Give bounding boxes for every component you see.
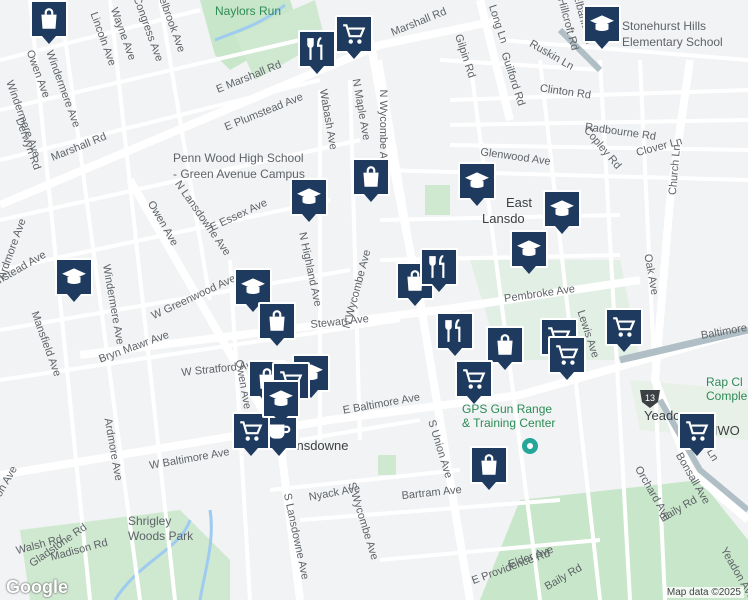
park-area [378, 455, 396, 475]
place-label: GPS Gun Range [462, 402, 552, 416]
school-marker[interactable] [458, 162, 496, 206]
school-marker[interactable] [262, 380, 300, 424]
cart-icon [341, 21, 367, 47]
cart-icon [554, 342, 580, 368]
place-label: Shrigley [128, 514, 171, 528]
place-label: Woods Park [128, 529, 194, 543]
fork-marker[interactable] [436, 312, 474, 356]
cart-marker[interactable] [605, 308, 643, 352]
fork-marker[interactable] [298, 30, 336, 74]
bag-icon [264, 308, 290, 334]
bag-icon [476, 452, 502, 478]
cart-marker[interactable] [548, 336, 586, 380]
school-icon [549, 196, 575, 222]
cart-icon [611, 314, 637, 340]
place-label: Stonehurst Hills [622, 19, 706, 33]
fork-icon [442, 318, 468, 344]
school-icon [516, 236, 542, 262]
place-label: Elementary School [622, 35, 723, 49]
place-label: Lansdo [482, 211, 525, 226]
place-label: Rap Cl [706, 375, 743, 389]
school-icon [268, 386, 294, 412]
fork-marker[interactable] [420, 248, 458, 292]
school-marker[interactable] [543, 190, 581, 234]
bag-icon [358, 164, 384, 190]
bag-marker[interactable] [470, 446, 508, 490]
fork-icon [426, 254, 452, 280]
cart-marker[interactable] [335, 15, 373, 59]
bag-marker[interactable] [30, 0, 68, 44]
cart-icon [238, 418, 264, 444]
cart-marker[interactable] [455, 360, 493, 404]
fork-icon [304, 36, 330, 62]
park-area [425, 185, 450, 215]
school-icon [240, 274, 266, 300]
bag-icon [492, 332, 518, 358]
school-icon [61, 264, 87, 290]
bag-marker[interactable] [258, 302, 296, 346]
place-label: Penn Wood High School [173, 151, 304, 165]
map-attribution[interactable]: Map data ©2025 [663, 587, 744, 598]
cart-icon [461, 366, 487, 392]
place-label: Naylors Run [215, 4, 281, 18]
place-label: Comple [706, 389, 748, 403]
school-icon [296, 184, 322, 210]
bag-icon [36, 6, 62, 32]
school-marker[interactable] [55, 258, 93, 302]
bag-marker[interactable] [486, 326, 524, 370]
svg-text:13: 13 [645, 393, 655, 403]
place-label: East [506, 195, 532, 210]
school-icon [589, 11, 615, 37]
school-marker[interactable] [234, 268, 272, 312]
cart-icon [684, 418, 710, 444]
place-label: & Training Center [462, 416, 555, 430]
google-logo: Google [6, 577, 68, 597]
school-marker[interactable] [583, 5, 621, 49]
school-icon [464, 168, 490, 194]
school-marker[interactable] [510, 230, 548, 274]
bag-marker[interactable] [352, 158, 390, 202]
cart-marker[interactable] [678, 412, 716, 456]
school-marker[interactable] [290, 178, 328, 222]
poi-pin-icon[interactable] [522, 438, 538, 454]
map-canvas[interactable]: 13 Marshall RdMarshall RdE Marshall RdE … [0, 0, 748, 600]
place-label: - Green Avenue Campus [173, 167, 305, 181]
